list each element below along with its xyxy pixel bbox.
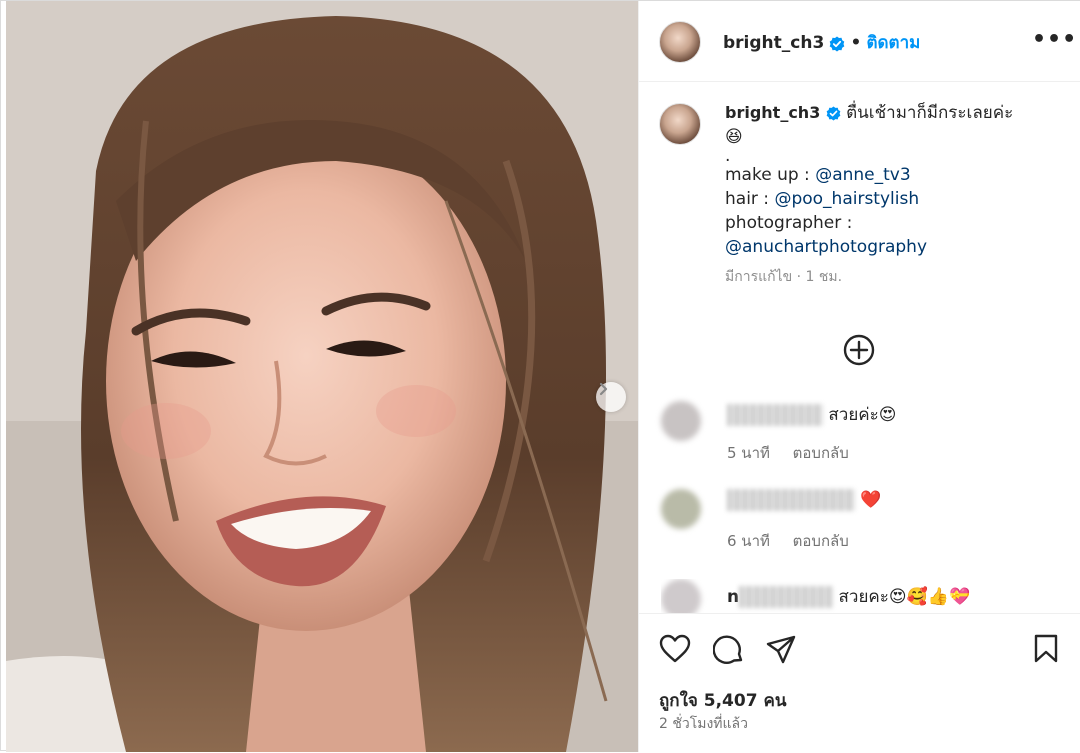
comment-meta: 5 นาที ตอบกลับ — [727, 441, 849, 465]
post-dialog: bright_ch3 • ติดตาม ••• bright_ch3 ตื่นเ… — [0, 0, 1080, 752]
follow-button[interactable]: ติดตาม — [866, 33, 920, 53]
post-caption: bright_ch3 ตื่นเช้ามาก็มีกระเลยค่ะ 😆 . m… — [725, 101, 1055, 289]
mention-link[interactable]: @anuchartphotography — [725, 235, 1055, 259]
reply-button[interactable]: ตอบกลับ — [793, 444, 849, 462]
add-comments-icon[interactable] — [842, 333, 876, 367]
makeup-label: make up : — [725, 165, 816, 185]
commenter-avatar[interactable] — [661, 579, 701, 613]
comment-text: สวยคะ😍🥰👍💝 — [838, 587, 971, 607]
next-photo-button[interactable] — [596, 382, 626, 412]
author-avatar[interactable] — [659, 21, 701, 63]
comment-age: 5 นาที — [727, 444, 770, 462]
caption-text: ตื่นเช้ามาก็มีกระเลยค่ะ — [846, 103, 1014, 123]
verified-badge-icon — [826, 105, 841, 121]
commenter-avatar[interactable] — [661, 489, 701, 529]
post-side-pane: bright_ch3 • ติดตาม ••• bright_ch3 ตื่นเ… — [638, 1, 1080, 752]
author-username[interactable]: bright_ch3 — [723, 33, 824, 53]
comment-text: ❤️ — [860, 490, 882, 510]
post-actions: ถูกใจ 5,407 คน 2 ชั่วโมงที่แล้ว — [639, 613, 1080, 753]
verified-badge-icon — [830, 36, 845, 51]
save-icon[interactable] — [1033, 634, 1059, 664]
mention-link[interactable]: @anne_tv3 — [815, 165, 910, 185]
commenter-name-prefix[interactable]: n — [727, 587, 739, 607]
commenter-avatar[interactable] — [661, 401, 701, 441]
more-options-icon[interactable]: ••• — [1032, 29, 1077, 51]
caption-meta: มีการแก้ไข · 1 ชม. — [725, 269, 843, 285]
post-photo[interactable] — [6, 1, 638, 752]
caption-author-avatar[interactable] — [659, 103, 701, 145]
caption-emoji: 😆 — [725, 127, 743, 147]
portrait-illustration — [6, 1, 638, 752]
commenter-name-blurred[interactable] — [727, 489, 855, 511]
comment-text: สวยค่ะ😍 — [828, 405, 897, 425]
comment-icon[interactable] — [713, 634, 745, 666]
comment-item: n สวยคะ😍🥰👍💝 — [661, 579, 1061, 613]
commenter-name-blurred[interactable] — [739, 586, 834, 608]
post-time: 2 ชั่วโมงที่แล้ว — [659, 716, 748, 732]
reply-button[interactable]: ตอบกลับ — [793, 532, 849, 550]
comment-line: ❤️ — [727, 489, 882, 511]
hair-label: hair : — [725, 189, 775, 209]
mention-link[interactable]: @poo_hairstylish — [774, 189, 919, 209]
photographer-label: photographer : — [725, 213, 853, 233]
comment-line: สวยค่ะ😍 — [727, 401, 897, 428]
comment-line: n สวยคะ😍🥰👍💝 — [727, 583, 970, 610]
heart-icon[interactable] — [659, 634, 691, 664]
header-separator: • — [850, 33, 862, 53]
header-user-line: bright_ch3 • ติดตาม — [723, 29, 920, 56]
comment-meta: 6 นาที ตอบกลับ — [727, 529, 849, 553]
chevron-right-icon — [599, 382, 608, 396]
caption-dot: . — [725, 146, 731, 166]
comment-age: 6 นาที — [727, 532, 770, 550]
share-icon[interactable] — [765, 634, 797, 666]
like-count[interactable]: ถูกใจ 5,407 คน — [659, 687, 786, 714]
caption-username[interactable]: bright_ch3 — [725, 103, 820, 122]
commenter-name-blurred[interactable] — [727, 404, 823, 426]
post-header: bright_ch3 • ติดตาม ••• — [639, 1, 1080, 82]
